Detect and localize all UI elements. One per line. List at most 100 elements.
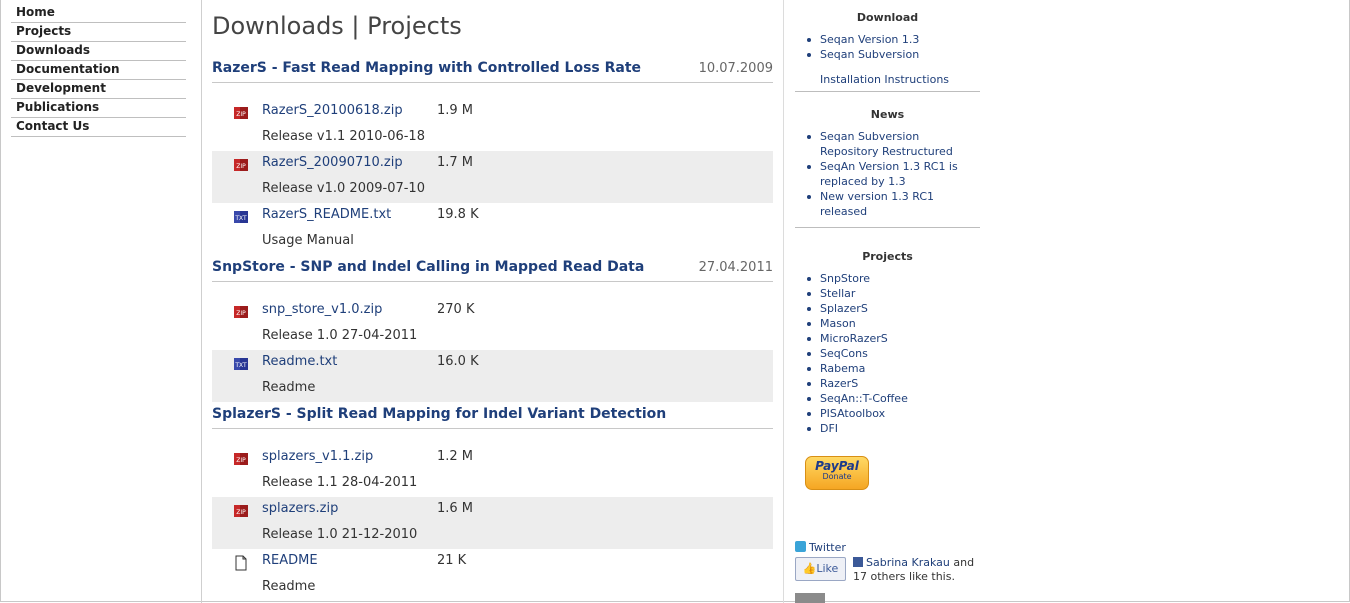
svg-text:ZIP: ZIP xyxy=(236,163,246,170)
project-link[interactable]: DFI xyxy=(795,421,980,436)
project-link[interactable]: SeqAn::T-Coffee xyxy=(795,391,980,406)
facebook-icon xyxy=(853,557,863,567)
project-link[interactable]: PISAtoolbox xyxy=(795,406,980,421)
avatar xyxy=(795,593,825,603)
nav-item-publications[interactable]: Publications xyxy=(11,99,186,118)
news-list: Seqan Subversion Repository Restructured… xyxy=(795,129,970,219)
download-panel: Download Seqan Version 1.3 Seqan Subvers… xyxy=(795,11,980,92)
file-description: Release v1.0 2009-07-10 xyxy=(262,181,425,196)
section-header: SplazerS - Split Read Mapping for Indel … xyxy=(212,406,773,429)
file-size: 1.2 M xyxy=(437,449,474,464)
section-title[interactable]: SplazerS - Split Read Mapping for Indel … xyxy=(212,406,666,422)
txt-icon: TXT xyxy=(234,358,248,370)
file-size: 1.6 M xyxy=(437,501,474,516)
file-size: 19.8 K xyxy=(437,207,479,222)
projects-panel: Projects SnpStore Stellar SplazerS Mason… xyxy=(795,250,980,436)
twitter-label: Twitter xyxy=(809,541,846,554)
zip-icon: ZIP xyxy=(234,107,248,119)
nav-item-home[interactable]: Home xyxy=(11,4,186,23)
section-header: SnpStore - SNP and Indel Calling in Mapp… xyxy=(212,259,773,282)
svg-text:ZIP: ZIP xyxy=(236,457,246,464)
svg-text:TXT: TXT xyxy=(234,215,247,222)
twitter-link[interactable]: Twitter xyxy=(795,541,846,554)
file-row: ZIP RazerS_20100618.zip 1.9 M Release v1… xyxy=(212,99,773,151)
project-link[interactable]: Mason xyxy=(795,316,980,331)
facebook-user-link[interactable]: Sabrina Krakau xyxy=(866,556,950,569)
file-size: 16.0 K xyxy=(437,354,479,369)
file-description: Release v1.1 2010-06-18 xyxy=(262,129,425,144)
download-list: Seqan Version 1.3 Seqan Subversion xyxy=(795,32,980,62)
twitter-icon xyxy=(795,541,806,552)
news-link[interactable]: SeqAn Version 1.3 RC1 is replaced by 1.3 xyxy=(795,159,970,189)
project-section-razers: RazerS - Fast Read Mapping with Controll… xyxy=(212,60,773,255)
download-heading: Download xyxy=(856,11,919,24)
installation-instructions-link[interactable]: Installation Instructions xyxy=(795,72,980,87)
news-link[interactable]: New version 1.3 RC1 released xyxy=(795,189,970,219)
file-link[interactable]: Readme.txt xyxy=(262,354,337,369)
nav-item-documentation[interactable]: Documentation xyxy=(11,61,186,80)
file-size: 270 K xyxy=(437,302,475,317)
section-header: RazerS - Fast Read Mapping with Controll… xyxy=(212,60,773,83)
divider-left xyxy=(201,0,202,603)
nav-item-downloads[interactable]: Downloads xyxy=(11,42,186,61)
file-description: Usage Manual xyxy=(262,233,354,248)
file-link[interactable]: README xyxy=(262,553,318,568)
file-link[interactable]: splazers.zip xyxy=(262,501,338,516)
file-link[interactable]: RazerS_20100618.zip xyxy=(262,103,403,118)
download-link[interactable]: Seqan Subversion xyxy=(795,47,980,62)
file-icon xyxy=(235,555,247,571)
nav-item-projects[interactable]: Projects xyxy=(11,23,186,42)
zip-icon: ZIP xyxy=(234,453,248,465)
paypal-logo: PayPal xyxy=(815,459,859,473)
file-row: README 21 K Readme xyxy=(212,549,773,601)
svg-text:TXT: TXT xyxy=(234,362,247,369)
file-size: 1.9 M xyxy=(437,103,474,118)
section-title[interactable]: SnpStore - SNP and Indel Calling in Mapp… xyxy=(212,259,644,275)
svg-text:ZIP: ZIP xyxy=(236,509,246,516)
file-row: ZIP splazers_v1.1.zip 1.2 M Release 1.1 … xyxy=(212,445,773,497)
projects-heading: Projects xyxy=(862,250,913,263)
file-description: Readme xyxy=(262,579,316,594)
news-link[interactable]: Seqan Subversion Repository Restructured xyxy=(795,129,970,159)
file-row: ZIP splazers.zip 1.6 M Release 1.0 21-12… xyxy=(212,497,773,549)
svg-text:ZIP: ZIP xyxy=(236,310,246,317)
project-link[interactable]: Rabema xyxy=(795,361,980,376)
news-heading: News xyxy=(870,108,905,121)
file-description: Release 1.1 28-04-2011 xyxy=(262,475,418,490)
page-title: Downloads | Projects xyxy=(212,12,462,40)
file-link[interactable]: splazers_v1.1.zip xyxy=(262,449,373,464)
download-link[interactable]: Seqan Version 1.3 xyxy=(795,32,980,47)
donate-label: Donate xyxy=(822,472,852,481)
facebook-like-button[interactable]: 👍Like xyxy=(795,557,846,581)
file-row: ZIP RazerS_20090710.zip 1.7 M Release v1… xyxy=(212,151,773,203)
svg-text:ZIP: ZIP xyxy=(236,111,246,118)
file-size: 1.7 M xyxy=(437,155,474,170)
file-row: TXT Readme.txt 16.0 K Readme xyxy=(212,350,773,402)
section-title[interactable]: RazerS - Fast Read Mapping with Controll… xyxy=(212,60,641,76)
project-link[interactable]: MicroRazerS xyxy=(795,331,980,346)
news-panel: News Seqan Subversion Repository Restruc… xyxy=(795,108,980,228)
project-link[interactable]: SplazerS xyxy=(795,301,980,316)
section-date: 10.07.2009 xyxy=(698,61,773,76)
divider-right xyxy=(783,0,784,603)
sidebar-divider xyxy=(795,227,980,228)
zip-icon: ZIP xyxy=(234,306,248,318)
zip-icon: ZIP xyxy=(234,505,248,517)
file-row: TXT RazerS_README.txt 19.8 K Usage Manua… xyxy=(212,203,773,255)
nav-item-contact-us[interactable]: Contact Us xyxy=(11,118,186,137)
projects-list: SnpStore Stellar SplazerS Mason MicroRaz… xyxy=(795,271,980,436)
file-link[interactable]: snp_store_v1.0.zip xyxy=(262,302,382,317)
project-link[interactable]: Stellar xyxy=(795,286,980,301)
zip-icon: ZIP xyxy=(234,159,248,171)
file-link[interactable]: RazerS_20090710.zip xyxy=(262,155,403,170)
file-description: Release 1.0 21-12-2010 xyxy=(262,527,418,542)
txt-icon: TXT xyxy=(234,211,248,223)
project-link[interactable]: SnpStore xyxy=(795,271,980,286)
project-link[interactable]: SeqCons xyxy=(795,346,980,361)
paypal-donate-button[interactable]: PayPal Donate xyxy=(805,456,869,490)
nav-item-development[interactable]: Development xyxy=(11,80,186,99)
facebook-like-text: Sabrina Krakau and 17 others like this. xyxy=(853,556,983,584)
project-link[interactable]: RazerS xyxy=(795,376,980,391)
file-size: 21 K xyxy=(437,553,467,568)
file-link[interactable]: RazerS_README.txt xyxy=(262,207,391,222)
